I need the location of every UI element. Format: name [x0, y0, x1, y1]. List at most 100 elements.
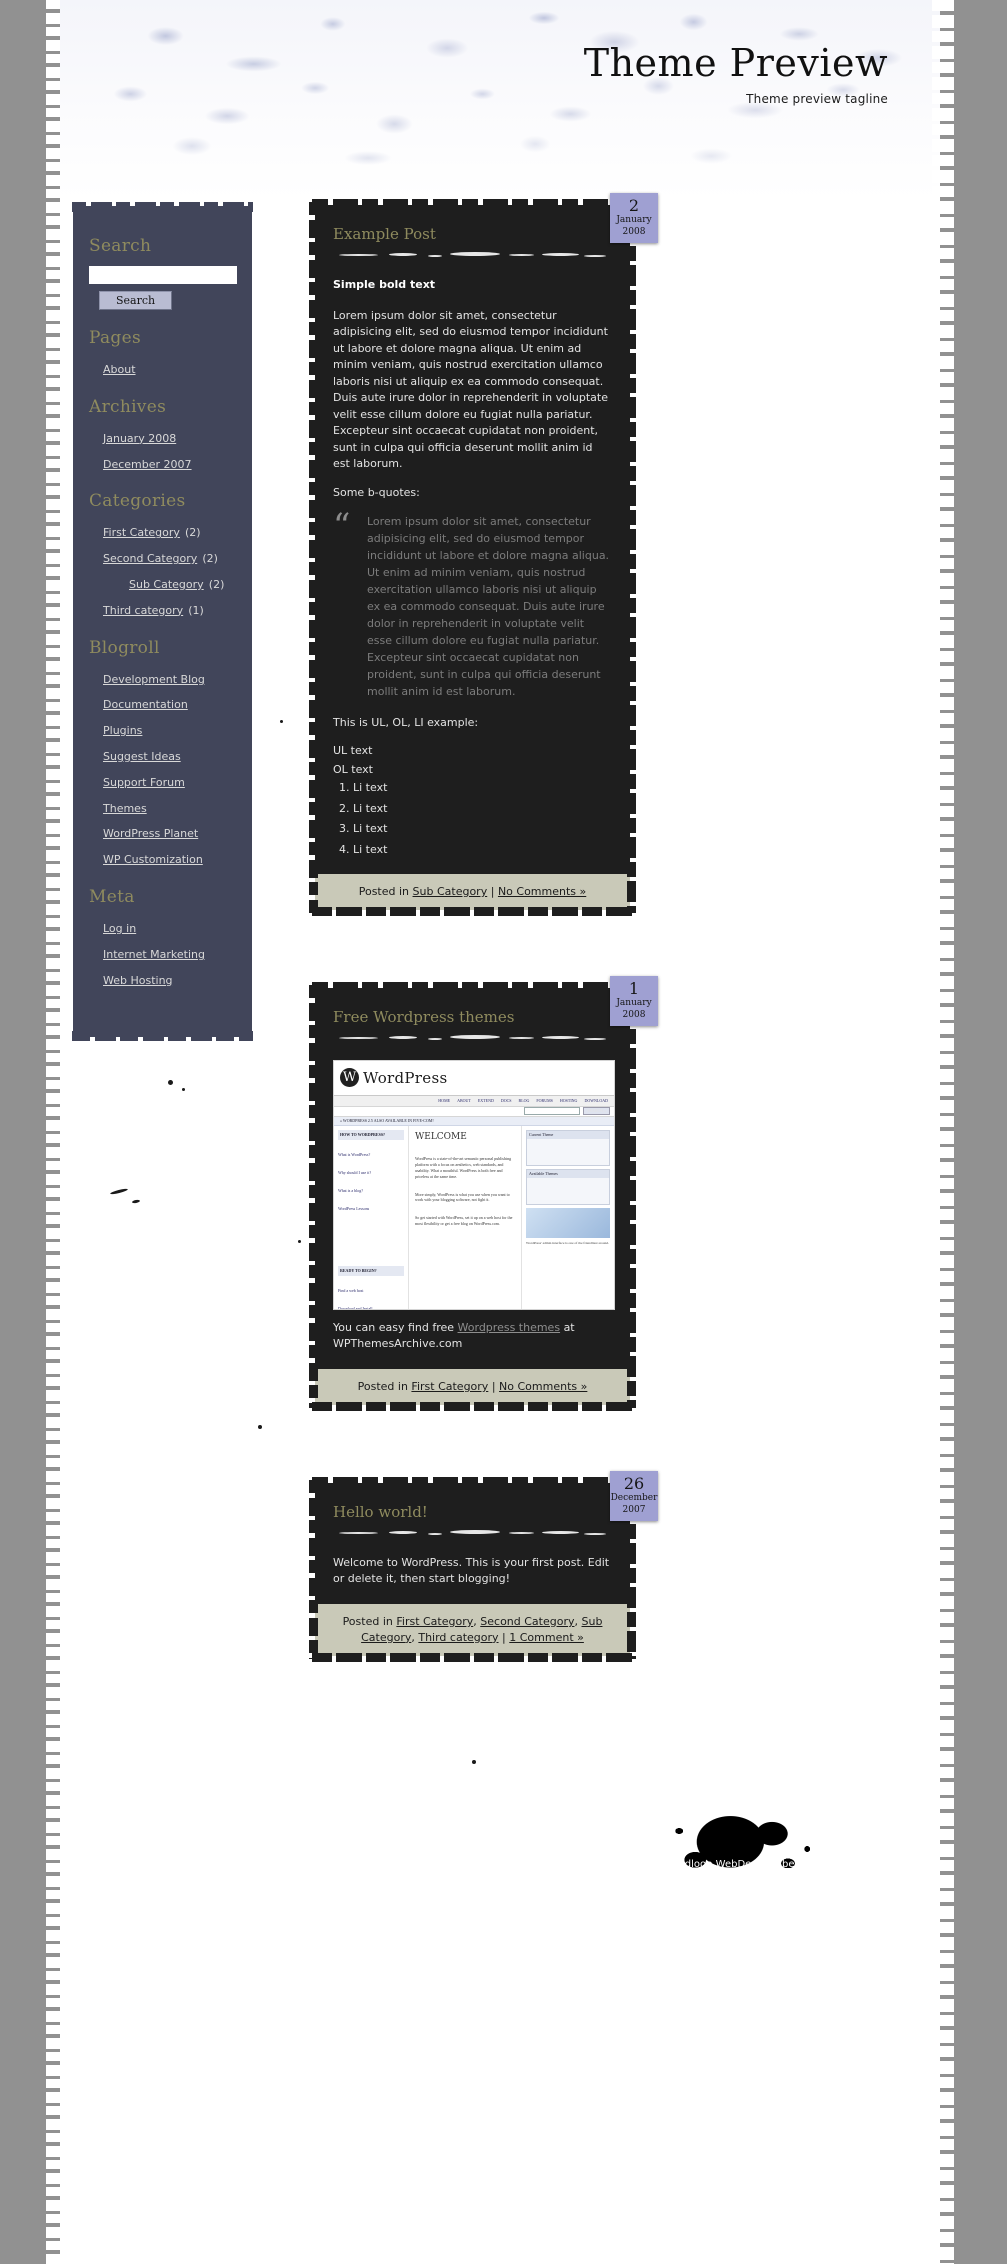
post-torn-edge-right — [627, 984, 636, 1408]
wp-shot-left-column: HOW TO WORDPRESS? What is WordPress? Why… — [334, 1125, 409, 1309]
wp-right-heading: Current Theme — [527, 1130, 609, 1139]
search-input[interactable] — [89, 266, 237, 284]
category-link-first-category[interactable]: First Category — [103, 526, 180, 539]
meta-list: Log in Internet Marketing Web Hosting — [89, 917, 236, 989]
meta-link-web-hosting[interactable]: Web Hosting — [103, 974, 173, 987]
post-meta-bar: Posted in First Category | No Comments » — [315, 1368, 630, 1405]
wp-shot-header: W WordPress — [334, 1060, 614, 1096]
wordpress-screenshot-image[interactable]: W WordPress HOME ABOUT EXTEND DOCS BLOG — [333, 1059, 615, 1310]
post-torn-edge-right — [627, 202, 636, 913]
paper-sheet: Theme Preview Theme preview tagline Sear… — [46, 0, 954, 2264]
meta-link-log-in[interactable]: Log in — [103, 922, 136, 935]
wordpress-logo-icon: W — [340, 1068, 359, 1088]
list-item: Li text — [353, 801, 612, 818]
credit-link-webdesign[interactable]: WebDesign — [716, 1859, 772, 1870]
list-item: December 2007 — [103, 453, 236, 474]
archives-list: January 2008 December 2007 — [89, 427, 236, 474]
ink-fleck — [258, 1425, 262, 1429]
sidebar-link-about[interactable]: About — [103, 363, 136, 376]
meta-category-link[interactable]: Third category — [418, 1631, 498, 1644]
quote-mark-icon: “ — [333, 506, 351, 546]
list-item: UL text — [333, 744, 373, 758]
meta-category-link[interactable]: First Category — [396, 1615, 473, 1628]
wp-nav-item: DOCS — [500, 1097, 512, 1103]
categories-list: First Category (2) Second Category (2) S… — [89, 521, 236, 619]
post-title-link[interactable]: Free Wordpress themes — [333, 1008, 514, 1026]
blogroll-link-documentation[interactable]: Documentation — [103, 698, 188, 711]
list-item: Themes — [103, 797, 236, 818]
widget-categories: Categories First Category (2) Second Cat… — [75, 491, 250, 619]
blogroll-link-suggest-ideas[interactable]: Suggest Ideas — [103, 750, 181, 763]
post-box: Example Post Simple bold text Lorem ipsu… — [309, 199, 636, 916]
wp-nav-item: FORUMS — [536, 1097, 553, 1103]
meta-category-link[interactable]: Second Category — [480, 1615, 574, 1628]
wp-left-item: Why should I use it? — [338, 1169, 372, 1175]
ink-fleck — [168, 1080, 173, 1085]
post-body: W WordPress HOME ABOUT EXTEND DOCS BLOG — [333, 1059, 615, 1353]
post-title-link[interactable]: Hello world! — [333, 1503, 428, 1521]
ink-fleck — [472, 1760, 476, 1764]
date-month: January — [616, 998, 652, 1009]
category-link-sub-category[interactable]: Sub Category — [129, 578, 204, 591]
widget-title-categories: Categories — [89, 491, 186, 512]
meta-category-link[interactable]: First Category — [411, 1380, 488, 1393]
pages-list: About — [89, 358, 236, 379]
wp-left-item: WordPress Lessons — [338, 1205, 370, 1211]
post-title-link[interactable]: Example Post — [333, 225, 436, 243]
post-torn-edge-left — [309, 984, 318, 1408]
post-list-intro: This is UL, OL, LI example: — [333, 715, 479, 729]
meta-separator: | — [491, 1379, 496, 1393]
search-button[interactable]: Search — [99, 291, 173, 310]
post-meta-bar: Posted in First Category, Second Categor… — [315, 1603, 630, 1656]
post-torn-edge-left — [309, 1479, 318, 1659]
archive-link-january-2008[interactable]: January 2008 — [103, 432, 176, 445]
list-item: Development Blog — [103, 668, 236, 689]
widget-title-pages: Pages — [89, 328, 141, 348]
caption-link[interactable]: Wordpress themes — [458, 1321, 561, 1334]
blogroll-link-plugins[interactable]: Plugins — [103, 724, 142, 737]
list-item: Documentation — [103, 693, 236, 714]
post-bold-lead: Simple bold text — [333, 278, 436, 291]
wp-shot-search-input — [524, 1107, 581, 1116]
blogroll-link-support-forum[interactable]: Support Forum — [103, 776, 185, 789]
list-item: Sub Category (2) — [103, 573, 236, 594]
category-count: (2) — [202, 552, 218, 566]
post-quote-intro: Some b-quotes: — [333, 485, 420, 499]
meta-link-internet-marketing[interactable]: Internet Marketing — [103, 948, 205, 961]
credit-link-best-wp-themes[interactable]: best wp themes — [782, 1859, 862, 1870]
date-year: 2007 — [622, 1504, 646, 1515]
site-footer: By Mindloop WebDesign - best wp themes — [60, 1784, 940, 1904]
meta-category-link[interactable]: Sub Category — [413, 885, 488, 898]
wp-left-heading: HOW TO WORDPRESS? — [338, 1129, 404, 1140]
archive-link-december-2007[interactable]: December 2007 — [103, 458, 192, 471]
widget-title-meta: Meta — [89, 886, 135, 907]
wp-left-item: What is a blog? — [338, 1187, 363, 1193]
quote-text: Lorem ipsum dolor sit amet, consectetur … — [367, 515, 610, 699]
wp-right-caption: WordPress' admin interface is one of the… — [526, 1240, 610, 1245]
wp-left-item: What is WordPress? — [338, 1151, 371, 1157]
meta-separator: | — [490, 885, 495, 899]
comments-link[interactable]: No Comments » — [499, 1380, 587, 1393]
wp-paragraph: More simply, WordPress is what you use w… — [415, 1191, 510, 1203]
comments-link[interactable]: No Comments » — [498, 885, 586, 898]
date-day: 26 — [623, 1473, 645, 1493]
posted-in-label: Posted in — [342, 1614, 393, 1628]
category-link-second-category[interactable]: Second Category — [103, 552, 197, 565]
list-item: Third category (1) — [103, 599, 236, 620]
post-paragraph: Lorem ipsum dolor sit amet, consectetur … — [333, 308, 608, 471]
list-item: About — [103, 358, 236, 379]
blogroll-link-wordpress-planet[interactable]: WordPress Planet — [103, 827, 198, 840]
header-text-block: Theme Preview Theme preview tagline — [584, 44, 888, 106]
blogroll-link-development-blog[interactable]: Development Blog — [103, 673, 205, 686]
blogroll-link-wp-customization[interactable]: WP Customization — [103, 853, 203, 866]
post-title: Hello world! — [333, 1503, 612, 1521]
comments-link[interactable]: 1 Comment » — [509, 1631, 584, 1644]
category-link-third-category[interactable]: Third category — [103, 604, 183, 617]
post-box: Free Wordpress themes W WordPress HOME A… — [309, 981, 636, 1411]
date-day: 2 — [628, 196, 640, 215]
blogroll-link-themes[interactable]: Themes — [103, 802, 147, 815]
wp-nav-item: ABOUT — [457, 1097, 471, 1103]
wp-left-heading-2: READY TO BEGIN? — [338, 1265, 404, 1276]
site-title[interactable]: Theme Preview — [584, 44, 888, 82]
wp-shot-announcement: » WORDPRESS 2.5 ALSO AVAILABLE IN FIVE-C… — [334, 1116, 614, 1126]
